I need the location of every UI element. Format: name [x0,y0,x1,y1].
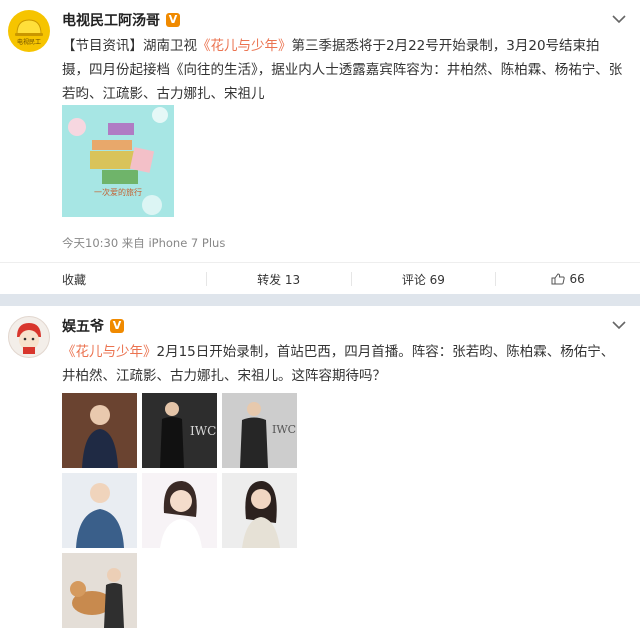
avatar-label: 电视民工 [17,38,41,46]
repost-button[interactable]: 转发 13 [207,263,351,295]
photo-2[interactable]: IWC [142,393,217,468]
luggage-illustration: 一次爱的旅行 [62,105,174,217]
post-meta: 今天10:30 来自 iPhone 7 Plus [62,236,226,250]
chevron-down-icon[interactable] [612,320,626,330]
person-photo: IWC [222,393,297,468]
photo-3[interactable]: IWC [222,393,297,468]
author-name-text: 娱五爷 [62,319,104,335]
thumbs-up-icon [551,273,566,285]
topic-link[interactable]: 《花儿与少年》 [62,344,157,360]
avatar[interactable]: 电视民工 [8,10,50,52]
comment-button[interactable]: 评论 69 [352,263,496,295]
post-text: 《花儿与少年》2月15日开始录制，首站巴西，四月首播。阵容：张若昀、陈柏霖、杨佑… [62,340,626,388]
weibo-post-1: 电视民工 电视民工阿汤哥 V 【节目资讯】湖南卫视《花儿与少年》第三季据悉将于2… [0,0,640,294]
photo-6[interactable] [222,473,297,548]
cartoon-face-icon [17,323,41,354]
repost-label: 转发 13 [257,272,301,287]
like-button[interactable]: 66 [496,263,640,295]
photo-1[interactable] [62,393,137,468]
verified-icon: V [166,13,180,27]
action-bar: 收藏 转发 13 评论 69 66 [0,262,640,295]
chevron-down-icon[interactable] [612,14,626,24]
post-text: 【节目资讯】湖南卫视《花儿与少年》第三季据悉将于2月22号开始录制，3月20号结… [62,34,626,106]
avatar[interactable] [8,316,50,358]
person-photo: IWC [142,393,217,468]
photo-5[interactable] [142,473,217,548]
feed-separator [0,294,640,306]
collect-label: 收藏 [62,272,87,287]
like-count: 66 [569,272,585,286]
person-photo [62,393,137,468]
author-name[interactable]: 娱五爷 V [62,316,124,336]
image-caption: 一次爱的旅行 [94,187,142,197]
photo-label: IWC [190,424,216,438]
topic-link[interactable]: 《花儿与少年》 [197,38,292,54]
person-photo [62,473,137,548]
person-photo [222,473,297,548]
post-text-prefix: 【节目资讯】湖南卫视 [62,38,197,54]
person-photo [142,473,217,548]
collect-button[interactable]: 收藏 [0,263,206,295]
author-name-text: 电视民工阿汤哥 [62,13,160,29]
person-with-dog-photo [62,553,137,628]
photo-4[interactable] [62,473,137,548]
helmet-icon: 电视民工 [15,19,43,46]
post-image[interactable]: 一次爱的旅行 [62,105,174,217]
comment-label: 评论 69 [401,272,445,287]
photo-label: IWC [272,423,296,436]
author-name[interactable]: 电视民工阿汤哥 V [62,10,180,30]
verified-icon: V [110,319,124,333]
photo-7[interactable] [62,553,137,628]
